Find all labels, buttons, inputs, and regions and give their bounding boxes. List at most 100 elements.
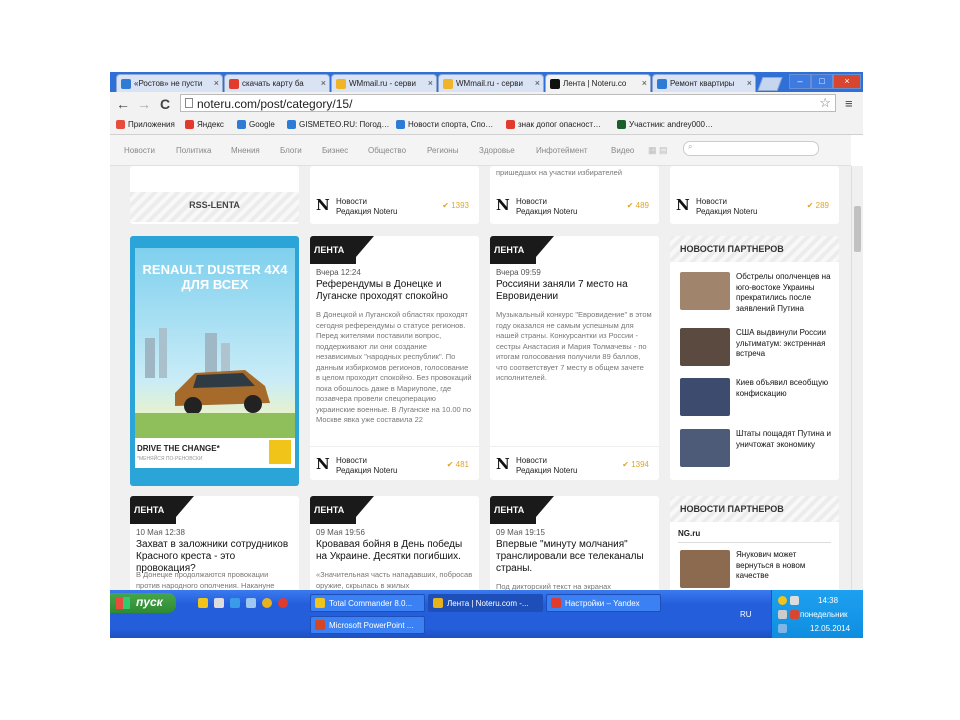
nav-video[interactable]: Видео xyxy=(611,146,634,155)
bookmark-yandex[interactable]: Яндекс xyxy=(185,120,224,129)
chrome-icon xyxy=(433,598,443,608)
nav-infotainment[interactable]: Инфотеймент xyxy=(536,146,588,155)
bookmark-wiki-user[interactable]: Участник: andrey000… xyxy=(617,120,713,129)
partner-news-item[interactable]: США выдвинули России ультиматум: экстрен… xyxy=(680,328,838,372)
nav-regiony[interactable]: Регионы xyxy=(427,146,458,155)
quicklaunch-icon[interactable] xyxy=(214,598,224,608)
rss-card[interactable]: RSS-LENTA xyxy=(130,166,299,224)
browser-tab[interactable]: WMmail.ru - серви × xyxy=(331,74,437,92)
browser-tab[interactable]: WMmail.ru - серви × xyxy=(438,74,544,92)
yandex-browser-icon xyxy=(551,598,561,608)
yandex-browser-icon[interactable] xyxy=(278,598,288,608)
tray-icon[interactable] xyxy=(790,596,799,605)
nav-zdorovie[interactable]: Здоровье xyxy=(479,146,515,155)
lenta-label-badge: ЛЕНТА xyxy=(130,496,194,524)
card-date: 09 Мая 19:56 xyxy=(316,528,365,537)
partner-news-item[interactable]: Янукович может вернуться в новом качеств… xyxy=(680,550,838,590)
browser-tab[interactable]: «Ростов» не пусти × xyxy=(116,74,223,92)
partner-source[interactable]: NG.ru xyxy=(678,529,700,538)
tab-close-icon[interactable]: × xyxy=(428,78,433,88)
ad-image[interactable]: RENAULT DUSTER 4X4 ДЛЯ ВСЕХ DRIVE THE CH… xyxy=(135,248,295,468)
ie-icon[interactable] xyxy=(230,598,240,608)
browser-tab[interactable]: скачать карту ба × xyxy=(224,74,330,92)
chrome-menu-icon[interactable]: ≡ xyxy=(845,96,853,111)
tab-close-icon[interactable]: × xyxy=(214,78,219,88)
start-button[interactable]: пуск xyxy=(110,593,176,613)
chrome-icon[interactable] xyxy=(262,598,272,608)
nav-novosti[interactable]: Новости xyxy=(124,146,155,155)
tab-close-icon[interactable]: × xyxy=(321,78,326,88)
nav-biznes[interactable]: Бизнес xyxy=(322,146,348,155)
news-card[interactable]: ЛЕНТА Вчера 09:59 Россияни заняли 7 мест… xyxy=(490,236,659,480)
ad-title: RENAULT DUSTER 4X4 ДЛЯ ВСЕХ xyxy=(142,262,288,292)
taskbar-button-powerpoint[interactable]: Microsoft PowerPoint ... xyxy=(310,616,425,634)
browser-tab-active[interactable]: Лента | Noteru.co × xyxy=(545,74,651,92)
volume-icon[interactable] xyxy=(778,610,787,619)
view-toggle-icons[interactable]: ▦ ▤ xyxy=(648,145,668,156)
network-icon[interactable] xyxy=(778,624,787,633)
news-photo[interactable] xyxy=(680,429,730,467)
partner-news-item[interactable]: Штаты пощадят Путина и уничтожат экономи… xyxy=(680,429,838,473)
nav-mneniya[interactable]: Мнения xyxy=(231,146,260,155)
maximize-button[interactable]: □ xyxy=(811,74,833,89)
card-title[interactable]: Россияни заняли 7 место на Евровидении xyxy=(496,279,653,303)
quicklaunch-icon[interactable] xyxy=(246,598,256,608)
bookmark-star-icon[interactable]: ☆ xyxy=(819,95,831,111)
tab-close-icon[interactable]: × xyxy=(747,78,752,88)
news-card[interactable]: ЛЕНТА 09 Мая 19:56 Кровавая бойня в День… xyxy=(310,496,479,590)
news-card[interactable]: ЛЕНТА 09 Мая 19:15 Впервые "минуту молча… xyxy=(490,496,659,590)
renault-logo-icon xyxy=(269,440,291,464)
bookmark-google[interactable]: Google xyxy=(237,120,275,129)
minimize-button[interactable]: – xyxy=(789,74,811,89)
card-date: 10 Мая 12:38 xyxy=(136,528,185,537)
nav-obshchestvo[interactable]: Общество xyxy=(368,146,406,155)
news-card[interactable]: N Новости Редакция Noteru ✔ 289 xyxy=(670,166,839,224)
site-search-input[interactable]: ⌕ xyxy=(683,141,819,156)
tab-favicon xyxy=(550,79,560,89)
tab-close-icon[interactable]: × xyxy=(642,78,647,88)
bookmark-apps[interactable]: Приложения xyxy=(116,120,175,129)
card-title[interactable]: Референдумы в Донецке и Луганске проходя… xyxy=(316,279,473,303)
new-tab-button[interactable] xyxy=(757,77,783,91)
bookmark-dopog[interactable]: знак допог опасност… xyxy=(506,120,601,129)
quicklaunch-icon[interactable] xyxy=(198,598,208,608)
partner-news-item[interactable]: Обстрелы ополченцев на юго-востоке Украи… xyxy=(680,272,838,316)
news-photo[interactable] xyxy=(680,550,730,588)
page-scrollbar[interactable] xyxy=(851,166,863,590)
card-title[interactable]: Впервые "минуту молчания" транслировали … xyxy=(496,539,653,575)
address-bar[interactable]: noteru.com/post/category/15/ ☆ xyxy=(180,94,836,112)
renault-ad-banner[interactable]: RENAULT DUSTER 4X4 ДЛЯ ВСЕХ DRIVE THE CH… xyxy=(130,236,299,486)
forward-arrow-icon[interactable]: → xyxy=(137,96,151,112)
tab-close-icon[interactable]: × xyxy=(535,78,540,88)
card-footer: N Новости Редакция Noteru ✔ 289 xyxy=(676,196,829,216)
rss-label[interactable]: RSS-LENTA xyxy=(130,200,299,210)
language-indicator[interactable]: RU xyxy=(740,610,752,619)
partner-news-item[interactable]: Киев объявил всеобщую конфискацию xyxy=(680,378,838,422)
bookmark-sport[interactable]: Новости спорта, Спо… xyxy=(396,120,493,129)
nav-politika[interactable]: Политика xyxy=(176,146,211,155)
partner-news-block: НОВОСТИ ПАРТНЕРОВ NG.ru Янукович может в… xyxy=(670,496,839,590)
bookmark-gismeteo[interactable]: GISMETEO.RU: Погод… xyxy=(287,120,389,129)
card-title[interactable]: Кровавая бойня в День победы на Украине.… xyxy=(316,539,473,563)
news-card[interactable]: пришедших на участки избирателей N Новос… xyxy=(490,166,659,224)
url-text[interactable]: noteru.com/post/category/15/ xyxy=(197,97,352,111)
news-photo[interactable] xyxy=(680,328,730,366)
reload-icon[interactable]: C xyxy=(160,96,170,112)
noteru-logo-icon: N xyxy=(496,196,510,214)
news-photo[interactable] xyxy=(680,378,730,416)
taskbar-button-chrome[interactable]: Лента | Noteru.com -... xyxy=(428,594,543,612)
close-window-button[interactable]: × xyxy=(833,74,861,89)
taskbar-button-totalcmd[interactable]: Total Commander 8.0... xyxy=(310,594,425,612)
nav-blogi[interactable]: Блоги xyxy=(280,146,302,155)
clock-time[interactable]: 14:38 xyxy=(818,596,838,605)
tray-icon[interactable] xyxy=(778,596,787,605)
taskbar-button-yandex[interactable]: Настройки – Yandex xyxy=(546,594,661,612)
news-photo[interactable] xyxy=(680,272,730,310)
antivirus-icon[interactable] xyxy=(790,610,799,619)
back-arrow-icon[interactable]: ← xyxy=(116,96,130,112)
scrollbar-thumb[interactable] xyxy=(854,206,861,252)
news-card[interactable]: ЛЕНТА 10 Мая 12:38 Захват в заложники со… xyxy=(130,496,299,590)
browser-tab[interactable]: Ремонт квартиры × xyxy=(652,74,756,92)
news-card[interactable]: ЛЕНТА Вчера 12:24 Референдумы в Донецке … xyxy=(310,236,479,480)
news-card[interactable]: N Новости Редакция Noteru ✔ 1393 xyxy=(310,166,479,224)
